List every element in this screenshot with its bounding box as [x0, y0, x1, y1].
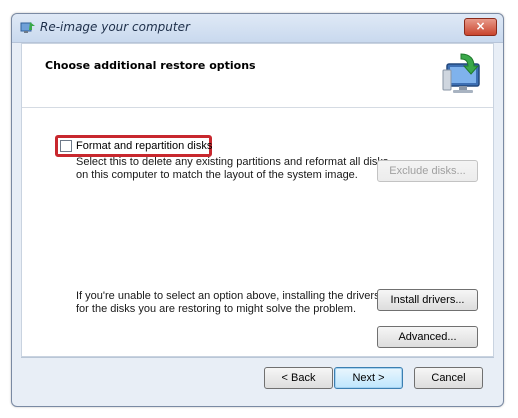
header-divider	[22, 107, 493, 108]
reimage-dialog: Re-image your computer × Choose addition…	[11, 13, 504, 407]
close-button[interactable]: ×	[464, 18, 497, 36]
drivers-description: If you're unable to select an option abo…	[76, 290, 380, 316]
format-disks-label[interactable]: Format and repartition disks	[76, 140, 212, 152]
page-title: Choose additional restore options	[45, 59, 256, 72]
format-description-line: on this computer to match the layout of …	[76, 169, 358, 181]
title-bar[interactable]: Re-image your computer ×	[12, 14, 503, 43]
footer-divider	[21, 357, 494, 358]
next-button[interactable]: Next >	[334, 367, 403, 389]
backup-restore-icon	[20, 22, 35, 33]
exclude-disks-button[interactable]: Exclude disks...	[377, 160, 478, 182]
cancel-button[interactable]: Cancel	[414, 367, 483, 389]
drivers-description-line: If you're unable to select an option abo…	[76, 290, 380, 302]
drivers-description-line: for the disks you are restoring to might…	[76, 303, 357, 315]
back-button[interactable]: < Back	[264, 367, 333, 389]
window-title: Re-image your computer	[40, 20, 190, 34]
install-drivers-button[interactable]: Install drivers...	[377, 289, 478, 311]
wizard-content: Choose additional restore options Format…	[21, 43, 494, 357]
advanced-button[interactable]: Advanced...	[377, 326, 478, 348]
format-description-line: Select this to delete any existing parti…	[76, 156, 389, 168]
format-description: Select this to delete any existing parti…	[76, 156, 389, 182]
monitor-restore-icon	[442, 53, 480, 93]
format-disks-checkbox[interactable]	[60, 140, 72, 152]
